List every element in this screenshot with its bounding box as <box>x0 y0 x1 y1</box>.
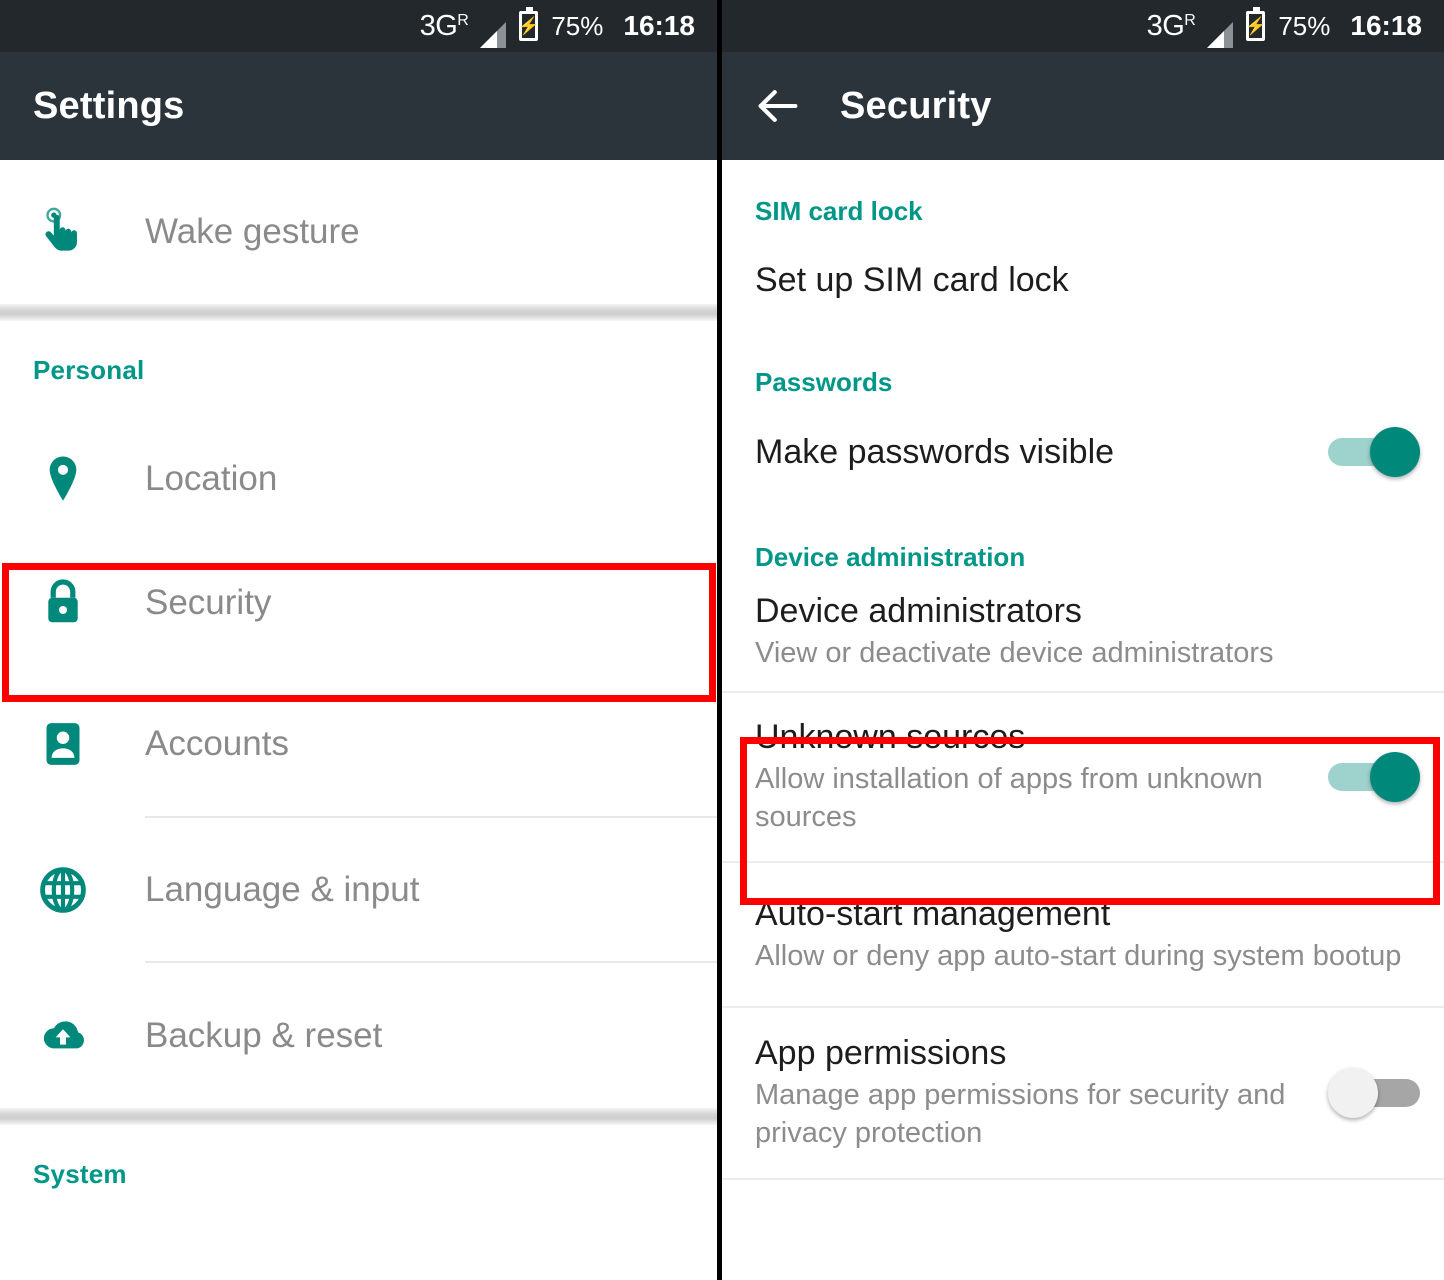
battery-percent-label: 75% <box>551 10 604 41</box>
sidebar-item-backup-reset[interactable]: Backup & reset <box>0 963 717 1108</box>
item-title: Set up SIM card lock <box>755 260 1069 299</box>
signal-bars-icon <box>1206 21 1234 48</box>
sidebar-item-language-input[interactable]: Language & input <box>0 818 717 961</box>
sidebar-item-accounts[interactable]: Accounts <box>0 671 717 816</box>
sidebar-item-label: Location <box>145 459 278 498</box>
page-title: Settings <box>33 84 185 127</box>
security-app-bar: Security <box>722 52 1444 160</box>
sidebar-item-label: Language & input <box>145 869 420 909</box>
roaming-superscript: R <box>1184 11 1196 29</box>
sidebar-item-security[interactable]: Security <box>0 534 717 671</box>
item-title: Device administrators <box>755 592 1082 631</box>
settings-group-personal: Personal Location Security Accounts Lang… <box>0 321 717 1108</box>
clock-label: 16:18 <box>1350 10 1422 41</box>
globe-icon <box>33 866 93 914</box>
sidebar-item-location[interactable]: Location <box>0 424 717 534</box>
item-title: Auto-start management <box>755 894 1111 933</box>
battery-charging-icon: ⚡ <box>1245 7 1266 41</box>
item-subtitle: View or deactivate device administrators <box>755 637 1274 670</box>
section-separator-band <box>0 1108 717 1125</box>
cloud-upload-icon <box>33 1014 93 1058</box>
roaming-superscript: R <box>457 11 469 29</box>
sidebar-item-label: Wake gesture <box>145 212 360 251</box>
back-arrow-icon[interactable] <box>752 80 804 132</box>
security-section-device-administration: Device administration Device administrat… <box>722 506 1444 1180</box>
security-item-app-permissions[interactable]: App permissions Manage app permissions f… <box>722 1008 1444 1178</box>
account-person-icon <box>33 720 93 768</box>
section-header-device-administration: Device administration <box>755 542 1026 572</box>
network-type-label: 3G <box>419 9 458 42</box>
item-subtitle: Manage app permissions for security and … <box>755 1079 1286 1150</box>
unknown-sources-toggle[interactable] <box>1328 752 1420 802</box>
item-title: App permissions <box>755 1034 1007 1073</box>
location-pin-icon <box>33 453 93 505</box>
security-item-make-passwords-visible[interactable]: Make passwords visible <box>722 398 1444 506</box>
security-item-unknown-sources[interactable]: Unknown sources Allow installation of ap… <box>722 693 1444 861</box>
battery-charging-icon: ⚡ <box>518 7 539 41</box>
signal-bars-icon <box>479 21 507 48</box>
network-type-label: 3G <box>1146 9 1185 42</box>
settings-group-system: System <box>0 1125 717 1190</box>
page-title: Security <box>840 84 992 127</box>
battery-percent-label: 75% <box>1278 10 1331 41</box>
sidebar-item-label: Accounts <box>145 723 289 763</box>
make-passwords-visible-toggle[interactable] <box>1328 427 1420 477</box>
section-header-system: System <box>33 1159 127 1189</box>
section-header-personal: Personal <box>33 355 145 385</box>
item-subtitle: Allow installation of apps from unknown … <box>755 763 1263 834</box>
lock-icon <box>33 577 93 629</box>
item-subtitle: Allow or deny app auto-start during syst… <box>755 939 1402 972</box>
clock-label: 16:18 <box>623 10 695 41</box>
dual-screenshot-container: 3G R ⚡ 75% 16:18 Settings Wake gesture P… <box>0 0 1444 1280</box>
tap-gesture-icon <box>33 206 93 258</box>
security-item-auto-start-management[interactable]: Auto-start management Allow or deny app … <box>722 863 1444 1006</box>
sidebar-item-wake-gesture[interactable]: Wake gesture <box>0 160 717 304</box>
status-bar-left: 3G R ⚡ 75% 16:18 <box>0 0 717 52</box>
security-item-device-administrators[interactable]: Device administrators View or deactivate… <box>722 573 1444 691</box>
settings-app-bar: Settings <box>0 52 717 160</box>
status-bar-right: 3G R ⚡ 75% 16:18 <box>722 0 1444 52</box>
security-section-sim-card-lock: SIM card lock Set up SIM card lock <box>722 160 1444 333</box>
sidebar-item-label: Backup & reset <box>145 1015 383 1055</box>
item-title: Make passwords visible <box>755 432 1115 471</box>
section-header-sim-card-lock: SIM card lock <box>755 196 923 226</box>
settings-screen: 3G R ⚡ 75% 16:18 Settings Wake gesture P… <box>0 0 722 1280</box>
network-type-indicator: 3G R <box>1146 9 1196 42</box>
section-separator-band <box>0 304 717 321</box>
security-item-set-up-sim-card-lock[interactable]: Set up SIM card lock <box>722 227 1444 333</box>
security-screen: 3G R ⚡ 75% 16:18 Security SIM card lock S… <box>722 0 1444 1280</box>
settings-group-top: Wake gesture <box>0 160 717 304</box>
network-type-indicator: 3G R <box>419 9 469 42</box>
security-section-passwords: Passwords Make passwords visible <box>722 333 1444 506</box>
sidebar-item-label: Security <box>145 582 272 622</box>
app-permissions-toggle[interactable] <box>1328 1068 1420 1118</box>
list-divider <box>722 1178 1444 1180</box>
item-title: Unknown sources <box>755 718 1026 757</box>
section-header-passwords: Passwords <box>755 367 893 397</box>
